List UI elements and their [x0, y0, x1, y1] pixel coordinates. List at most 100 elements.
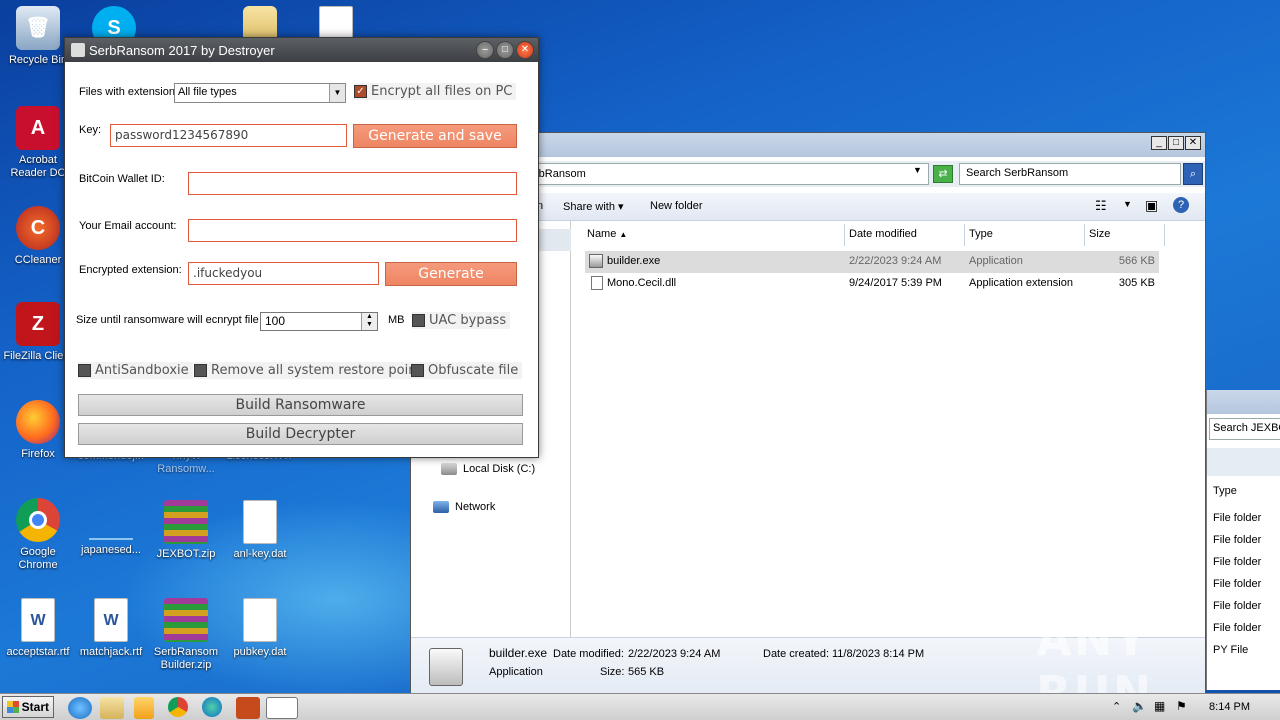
desktop-icon-label: acceptstar.rtf [6, 646, 70, 658]
close-icon[interactable]: ✕ [1185, 136, 1201, 150]
desktop-icon-label: JEXBOT.zip [156, 548, 216, 560]
desktop-icon-label: Firefox [21, 448, 55, 460]
key-input[interactable]: password1234567890 [110, 124, 347, 147]
checkbox-checked-icon[interactable]: ✓ [354, 85, 367, 98]
desktop-icon-chrome[interactable]: Google Chrome [0, 498, 76, 572]
tray-expand-icon[interactable]: ⌃ [1112, 700, 1121, 713]
start-button[interactable]: Start [2, 696, 54, 718]
desktop-icon-label: SerbRansom Builder.zip [153, 646, 219, 671]
desktop-icon-jexbot-zip[interactable]: JEXBOT.zip [148, 500, 224, 561]
generate-button[interactable]: Generate [385, 262, 517, 286]
checkbox-icon[interactable] [411, 364, 424, 377]
refresh-icon[interactable]: ⇄ [933, 165, 953, 183]
file-date: 9/24/2017 5:39 PM [849, 277, 942, 289]
filezilla-icon: Z [16, 302, 60, 346]
checkbox-icon[interactable] [412, 314, 425, 327]
firefox-icon [16, 400, 60, 444]
chevron-down-icon[interactable]: ▼ [913, 165, 922, 175]
help-icon[interactable]: ? [1173, 197, 1189, 213]
explorer2-titlebar[interactable] [1207, 390, 1280, 414]
maximize-icon[interactable]: □ [496, 41, 514, 59]
network-tray-icon[interactable]: ▦ [1154, 699, 1165, 713]
maximize-icon[interactable]: □ [1168, 136, 1184, 150]
encrypt-all-checkbox[interactable]: ✓ Encrypt all files on PC [354, 83, 517, 100]
chevron-down-icon[interactable]: ▼ [329, 84, 345, 102]
list-item[interactable]: File folder [1213, 556, 1261, 568]
remove-restore-points-checkbox[interactable]: Remove all system restore points [194, 362, 433, 379]
desktop-icon-serbransom-zip[interactable]: SerbRansom Builder.zip [148, 598, 224, 672]
desktop-icon-label: Recycle Bin [8, 54, 68, 66]
clock[interactable]: 8:14 PM [1209, 701, 1250, 713]
email-label: Your Email account: [79, 220, 177, 232]
word-doc-icon: W [21, 598, 55, 642]
obfuscate-label: Obfuscate file [428, 363, 519, 378]
chevron-down-icon[interactable]: ▼ [1123, 199, 1132, 209]
size-stepper[interactable]: 100 ▲ ▼ [260, 312, 378, 331]
app-icon [71, 43, 85, 57]
table-row[interactable]: builder.exe 2/22/2023 9:24 AM Applicatio… [585, 251, 1159, 273]
uac-bypass-checkbox[interactable]: UAC bypass [412, 312, 511, 329]
new-folder-button[interactable]: New folder [650, 200, 703, 212]
column-header-date[interactable]: Date modified [845, 224, 965, 246]
wallet-input[interactable] [188, 172, 517, 195]
spinner-arrows-icon[interactable]: ▲ ▼ [361, 313, 377, 330]
list-item[interactable]: File folder [1213, 534, 1261, 546]
checkbox-icon[interactable] [78, 364, 91, 377]
file-types-select[interactable]: All file types ▼ [174, 83, 346, 103]
share-with-button[interactable]: Share with ▾ [563, 200, 624, 213]
desktop-icon-anl-key[interactable]: anl-key.dat [222, 500, 298, 561]
view-options-icon[interactable]: ☷ [1095, 198, 1107, 214]
preview-pane-icon[interactable]: ▣ [1145, 197, 1158, 214]
serbransom-taskbar-icon[interactable] [266, 697, 298, 719]
edge-icon[interactable] [202, 697, 222, 717]
column-header-name[interactable]: Name ▲ [573, 224, 845, 246]
document-icon [89, 500, 133, 540]
builder-titlebar[interactable]: SerbRansom 2017 by Destroyer – □ ✕ [65, 38, 538, 62]
chrome-icon[interactable] [168, 697, 188, 717]
app-fox-icon[interactable] [236, 697, 260, 719]
file-explorer-icon[interactable] [100, 697, 124, 719]
build-ransomware-button[interactable]: Build Ransomware [78, 394, 523, 416]
desktop-icon-japanesed[interactable]: japanesed... [73, 500, 149, 557]
desktop-icon-matchjack[interactable]: W matchjack.rtf [73, 598, 149, 659]
exe-file-icon [429, 648, 463, 686]
desktop-icon-label: pubkey.dat [233, 646, 287, 658]
disk-icon [441, 463, 457, 475]
desktop-icon-label: Acrobat Reader DC [10, 154, 66, 179]
list-item[interactable]: File folder [1213, 578, 1261, 590]
column-header-size[interactable]: Size [1085, 224, 1165, 246]
file-type: Application [969, 255, 1023, 267]
build-decrypter-button[interactable]: Build Decrypter [78, 423, 523, 445]
desktop-icon-pubkey[interactable]: pubkey.dat [222, 598, 298, 659]
list-item[interactable]: File folder [1213, 512, 1261, 524]
search-input[interactable]: Search SerbRansom [959, 163, 1181, 185]
search-icon[interactable]: ⌕ [1183, 163, 1203, 185]
column-header-type[interactable]: Type [965, 224, 1085, 246]
volume-icon[interactable]: 🔈 [1132, 699, 1147, 713]
nav-item-network[interactable]: Network [433, 501, 495, 513]
media-player-icon[interactable] [134, 697, 154, 719]
email-input[interactable] [188, 219, 517, 242]
taskbar: Start ⌃ 🔈 ▦ ⚑ 8:14 PM [0, 693, 1280, 720]
generate-and-save-button[interactable]: Generate and save [353, 124, 517, 148]
file-types-value: All file types [178, 86, 237, 98]
search-input[interactable]: Search JEXBOT [1209, 418, 1280, 440]
search-placeholder: Search JEXBOT [1213, 422, 1280, 434]
encrypted-extension-input[interactable]: .ifuckedyou [188, 262, 379, 285]
list-item[interactable]: File folder [1213, 600, 1261, 612]
start-label: Start [21, 700, 49, 714]
table-row[interactable]: Mono.Cecil.dll 9/24/2017 5:39 PM Applica… [585, 273, 1159, 295]
antisandboxie-checkbox[interactable]: AntiSandboxie [78, 362, 193, 379]
minimize-icon[interactable]: – [476, 41, 494, 59]
checkbox-icon[interactable] [194, 364, 207, 377]
flag-icon[interactable]: ⚑ [1176, 699, 1187, 713]
nav-item-local-disk[interactable]: Local Disk (C:) [441, 463, 535, 475]
obfuscate-checkbox[interactable]: Obfuscate file [411, 362, 523, 379]
close-icon[interactable]: ✕ [516, 41, 534, 59]
column-header-type[interactable]: Type [1213, 485, 1237, 497]
internet-explorer-icon[interactable] [68, 697, 92, 719]
builder-body: Files with extension All file types ▼ ✓ … [65, 62, 538, 457]
desktop-icon-acceptstar[interactable]: W acceptstar.rtf [0, 598, 76, 659]
recycle-bin-icon: 🗑 [16, 6, 60, 50]
minimize-icon[interactable]: _ [1151, 136, 1167, 150]
